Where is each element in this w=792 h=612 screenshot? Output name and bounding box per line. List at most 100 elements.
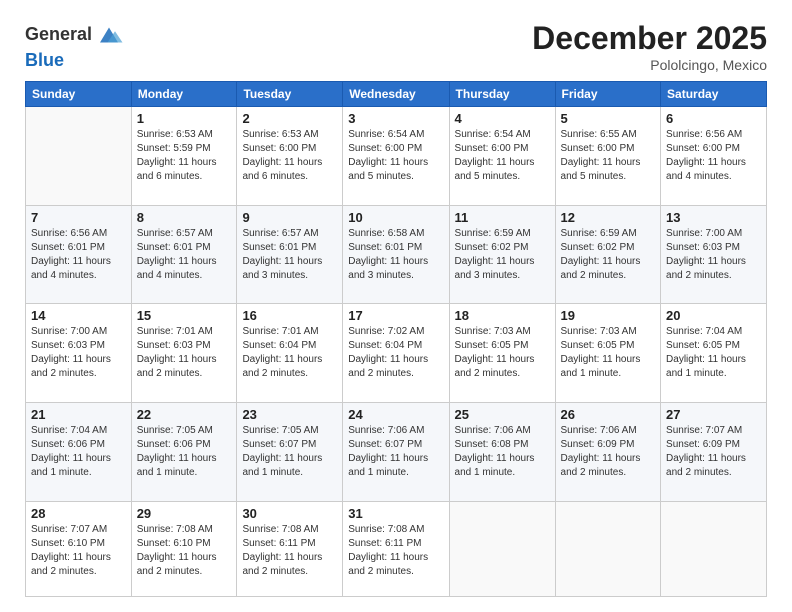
day-info: Sunrise: 6:55 AM Sunset: 6:00 PM Dayligh… (561, 128, 656, 184)
day-info: Sunrise: 7:06 AM Sunset: 6:08 PM Dayligh… (455, 424, 550, 480)
day-number: 26 (561, 407, 656, 422)
title-section: December 2025 Pololcingo, Mexico (532, 20, 767, 73)
logo-text-general: General (25, 24, 92, 46)
day-info: Sunrise: 6:59 AM Sunset: 6:02 PM Dayligh… (455, 227, 550, 283)
day-info: Sunrise: 7:00 AM Sunset: 6:03 PM Dayligh… (666, 227, 761, 283)
day-info: Sunrise: 7:01 AM Sunset: 6:03 PM Dayligh… (137, 325, 232, 381)
table-row: 23Sunrise: 7:05 AM Sunset: 6:07 PM Dayli… (237, 403, 343, 502)
table-row: 11 Sunrise: 6:59 AM Sunset: 6:02 PM Dayli… (449, 205, 555, 304)
table-row: 22 Sunrise: 7:05 AM Sunset: 6:06 PM Dayli… (131, 403, 237, 502)
day-number: 24 (348, 407, 443, 422)
day-number: 13 (666, 210, 761, 225)
day-number: 18 (455, 308, 550, 323)
table-row: 4 Sunrise: 6:54 AM Sunset: 6:00 PM Daylig… (449, 107, 555, 206)
day-info: Sunrise: 6:53 AM Sunset: 5:59 PM Dayligh… (137, 128, 232, 184)
day-info: Sunrise: 7:07 AM Sunset: 6:10 PM Dayligh… (31, 523, 126, 579)
day-info: Sunrise: 6:53 AM Sunset: 6:00 PM Dayligh… (242, 128, 337, 184)
table-row: 2 Sunrise: 6:53 AM Sunset: 6:00 PM Daylig… (237, 107, 343, 206)
day-info: Sunrise: 7:07 AM Sunset: 6:09 PM Dayligh… (666, 424, 761, 480)
table-row: 28 Sunrise: 7:07 AM Sunset: 6:10 PM Dayli… (26, 501, 132, 596)
table-row: 31 Sunrise: 7:08 AM Sunset: 6:11 PM Dayli… (343, 501, 449, 596)
col-sunday: Sunday (26, 82, 132, 107)
day-number: 27 (666, 407, 761, 422)
day-number: 2 (242, 111, 337, 126)
day-info: Sunrise: 7:05 AM Sunset: 6:06 PM Dayligh… (137, 424, 232, 480)
day-number: 11 (455, 210, 550, 225)
day-number: 5 (561, 111, 656, 126)
day-info: Sunrise: 6:57 AM Sunset: 6:01 PM Dayligh… (137, 227, 232, 283)
day-info: Sunrise: 7:04 AM Sunset: 6:05 PM Dayligh… (666, 325, 761, 381)
table-row (26, 107, 132, 206)
day-info: Sunrise: 6:57 AM Sunset: 6:01 PM Dayligh… (242, 227, 337, 283)
day-number: 7 (31, 210, 126, 225)
table-row: 21 Sunrise: 7:04 AM Sunset: 6:06 PM Dayli… (26, 403, 132, 502)
page: General Blue December 2025 Pololcingo, M… (0, 0, 792, 612)
table-row: 7 Sunrise: 6:56 AM Sunset: 6:01 PM Daylig… (26, 205, 132, 304)
table-row: 17Sunrise: 7:02 AM Sunset: 6:04 PM Dayli… (343, 304, 449, 403)
day-info: Sunrise: 7:08 AM Sunset: 6:11 PM Dayligh… (242, 523, 337, 579)
day-info: Sunrise: 7:06 AM Sunset: 6:09 PM Dayligh… (561, 424, 656, 480)
day-number: 9 (242, 210, 337, 225)
day-number: 1 (137, 111, 232, 126)
col-monday: Monday (131, 82, 237, 107)
col-wednesday: Wednesday (343, 82, 449, 107)
day-number: 3 (348, 111, 443, 126)
day-number: 14 (31, 308, 126, 323)
table-row: 9 Sunrise: 6:57 AM Sunset: 6:01 PM Daylig… (237, 205, 343, 304)
day-number: 8 (137, 210, 232, 225)
day-info: Sunrise: 7:08 AM Sunset: 6:10 PM Dayligh… (137, 523, 232, 579)
day-number: 22 (137, 407, 232, 422)
day-number: 21 (31, 407, 126, 422)
table-row: 8 Sunrise: 6:57 AM Sunset: 6:01 PM Daylig… (131, 205, 237, 304)
day-number: 12 (561, 210, 656, 225)
logo-text-blue: Blue (25, 50, 64, 72)
day-info: Sunrise: 6:59 AM Sunset: 6:02 PM Dayligh… (561, 227, 656, 283)
table-row: 3 Sunrise: 6:54 AM Sunset: 6:00 PM Daylig… (343, 107, 449, 206)
day-info: Sunrise: 6:56 AM Sunset: 6:00 PM Dayligh… (666, 128, 761, 184)
day-number: 28 (31, 506, 126, 521)
day-number: 29 (137, 506, 232, 521)
table-row: 20 Sunrise: 7:04 AM Sunset: 6:05 PM Dayli… (661, 304, 767, 403)
table-row: 6Sunrise: 6:56 AM Sunset: 6:00 PM Daylig… (661, 107, 767, 206)
day-number: 20 (666, 308, 761, 323)
day-number: 23 (242, 407, 337, 422)
day-info: Sunrise: 6:56 AM Sunset: 6:01 PM Dayligh… (31, 227, 126, 283)
table-row: 26 Sunrise: 7:06 AM Sunset: 6:09 PM Dayli… (555, 403, 661, 502)
day-info: Sunrise: 7:00 AM Sunset: 6:03 PM Dayligh… (31, 325, 126, 381)
table-row: 24Sunrise: 7:06 AM Sunset: 6:07 PM Dayli… (343, 403, 449, 502)
day-info: Sunrise: 6:54 AM Sunset: 6:00 PM Dayligh… (348, 128, 443, 184)
col-saturday: Saturday (661, 82, 767, 107)
day-number: 15 (137, 308, 232, 323)
calendar-table: Sunday Monday Tuesday Wednesday Thursday… (25, 81, 767, 597)
table-row: 19 Sunrise: 7:03 AM Sunset: 6:05 PM Dayli… (555, 304, 661, 403)
table-row: 29 Sunrise: 7:08 AM Sunset: 6:10 PM Dayli… (131, 501, 237, 596)
table-row: 30 Sunrise: 7:08 AM Sunset: 6:11 PM Dayli… (237, 501, 343, 596)
day-info: Sunrise: 7:01 AM Sunset: 6:04 PM Dayligh… (242, 325, 337, 381)
table-row (661, 501, 767, 596)
col-tuesday: Tuesday (237, 82, 343, 107)
day-number: 16 (242, 308, 337, 323)
table-row: 1 Sunrise: 6:53 AM Sunset: 5:59 PM Daylig… (131, 107, 237, 206)
table-row: 25Sunrise: 7:06 AM Sunset: 6:08 PM Dayli… (449, 403, 555, 502)
day-number: 4 (455, 111, 550, 126)
day-number: 31 (348, 506, 443, 521)
table-row: 15 Sunrise: 7:01 AM Sunset: 6:03 PM Dayli… (131, 304, 237, 403)
logo-icon (94, 20, 124, 50)
month-title: December 2025 (532, 20, 767, 57)
day-info: Sunrise: 6:54 AM Sunset: 6:00 PM Dayligh… (455, 128, 550, 184)
col-friday: Friday (555, 82, 661, 107)
header: General Blue December 2025 Pololcingo, M… (25, 20, 767, 73)
col-thursday: Thursday (449, 82, 555, 107)
table-row (449, 501, 555, 596)
day-number: 30 (242, 506, 337, 521)
day-info: Sunrise: 7:03 AM Sunset: 6:05 PM Dayligh… (455, 325, 550, 381)
day-info: Sunrise: 7:08 AM Sunset: 6:11 PM Dayligh… (348, 523, 443, 579)
table-row: 18 Sunrise: 7:03 AM Sunset: 6:05 PM Dayli… (449, 304, 555, 403)
day-info: Sunrise: 7:04 AM Sunset: 6:06 PM Dayligh… (31, 424, 126, 480)
day-info: Sunrise: 7:03 AM Sunset: 6:05 PM Dayligh… (561, 325, 656, 381)
day-number: 17 (348, 308, 443, 323)
day-number: 10 (348, 210, 443, 225)
day-number: 19 (561, 308, 656, 323)
table-row: 10Sunrise: 6:58 AM Sunset: 6:01 PM Dayli… (343, 205, 449, 304)
logo: General Blue (25, 20, 124, 72)
